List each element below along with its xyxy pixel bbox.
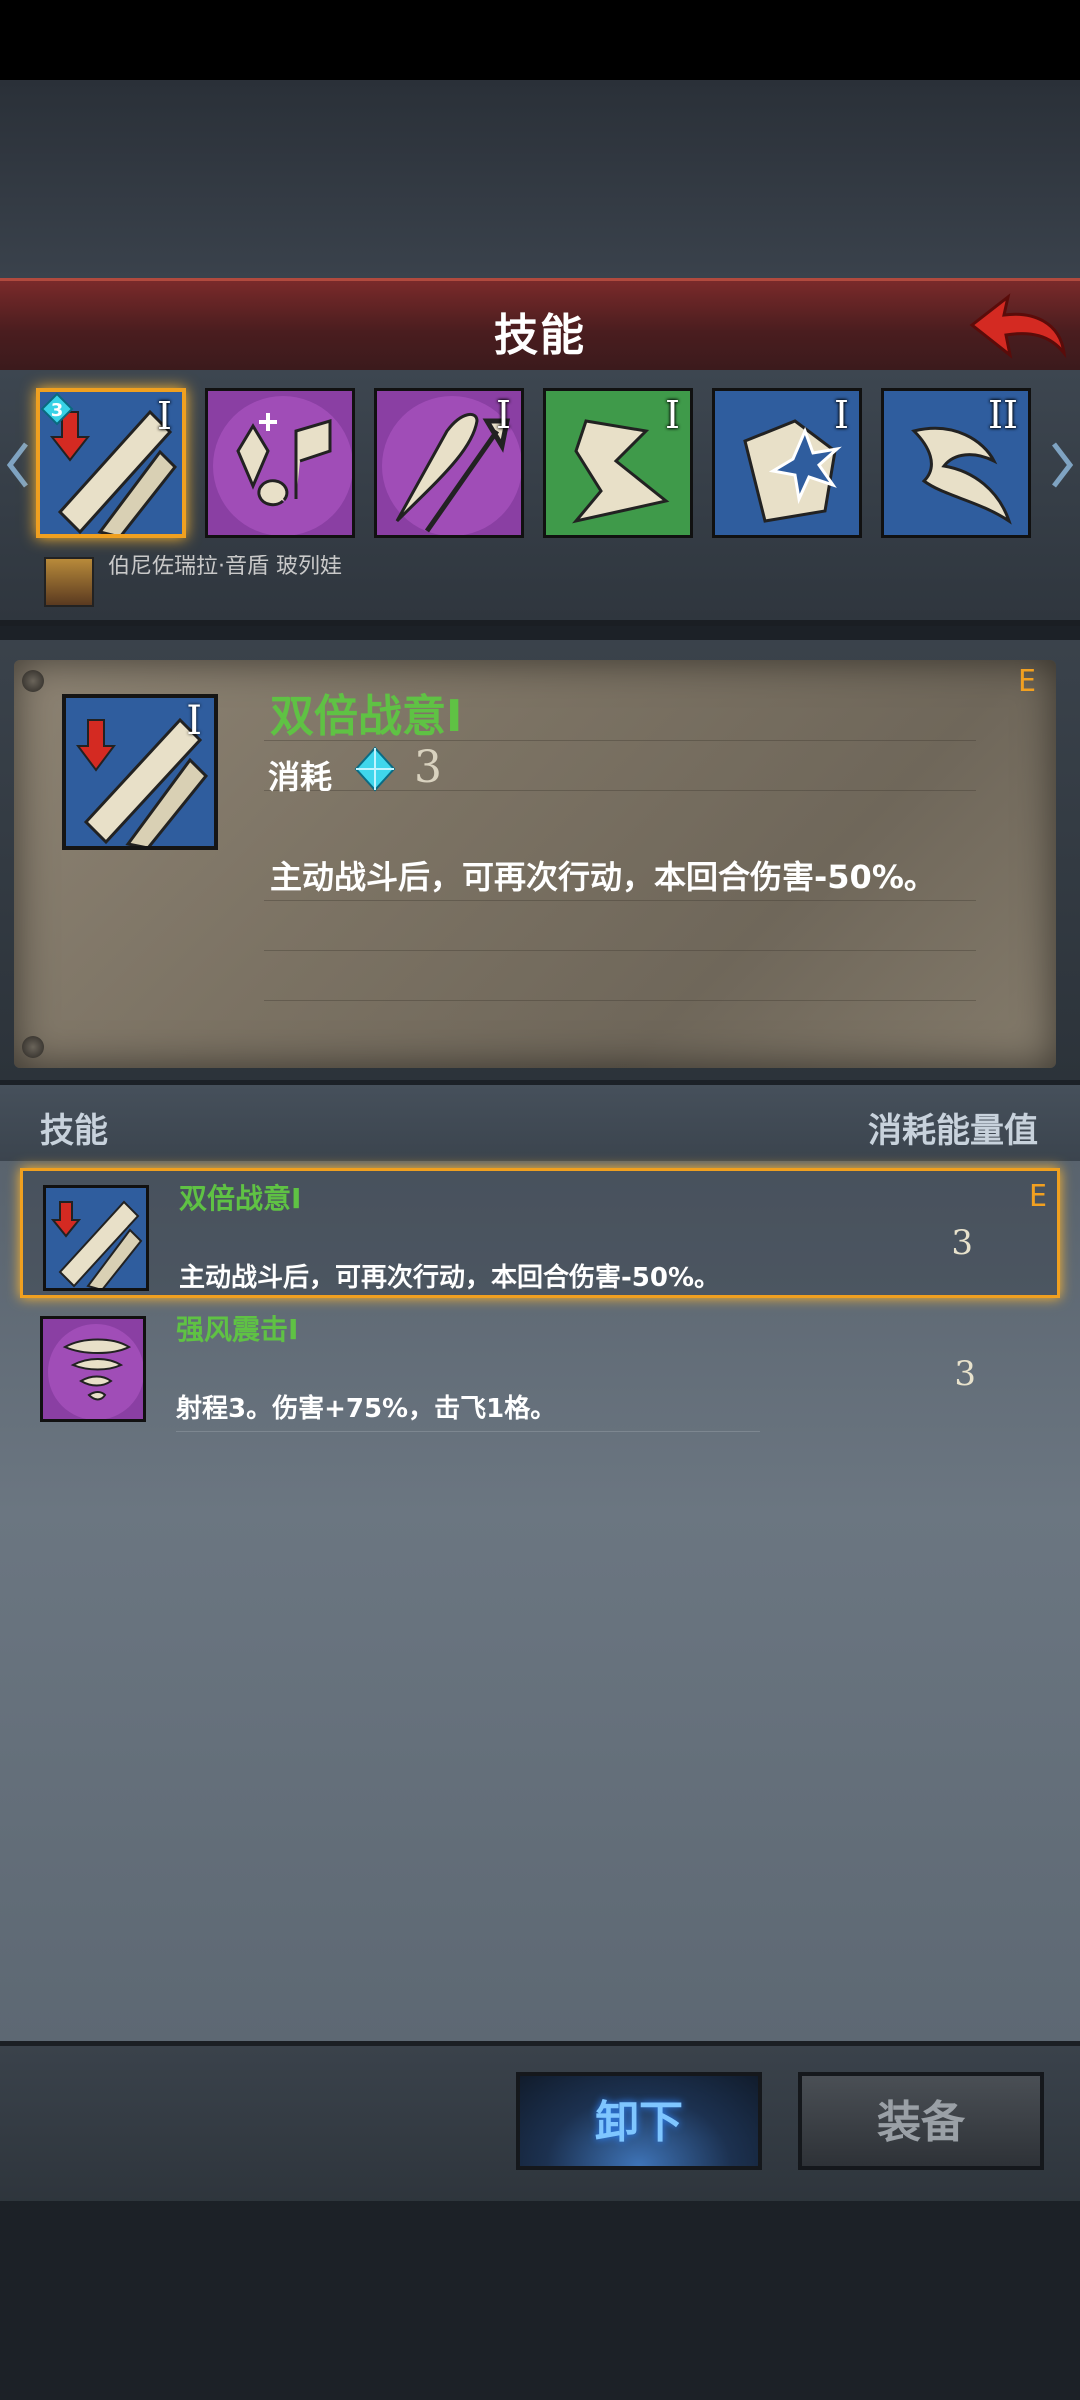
bottom-background bbox=[0, 2201, 1080, 2400]
hero-avatar[interactable] bbox=[44, 557, 94, 607]
nail-icon bbox=[22, 670, 44, 692]
skill-rank: I bbox=[833, 393, 849, 437]
skill-slot-3[interactable]: I bbox=[374, 388, 524, 538]
page-title: 技能 bbox=[494, 310, 586, 361]
strip-left-arrow-icon[interactable] bbox=[6, 440, 30, 490]
list-item-cost: 3 bbox=[951, 1223, 973, 1263]
divider bbox=[264, 900, 976, 901]
detail-cost-value: 3 bbox=[414, 742, 442, 793]
list-item-grade: E bbox=[1028, 1179, 1047, 1214]
music-note-crystal-icon bbox=[208, 391, 352, 535]
energy-gem-icon bbox=[354, 746, 396, 792]
divider bbox=[176, 1431, 760, 1432]
unequip-button[interactable]: 卸下 bbox=[516, 2072, 762, 2170]
double-battle-will-icon bbox=[43, 1185, 149, 1291]
skill-slot-4[interactable]: I bbox=[543, 388, 693, 538]
hero-name: 伯尼佐瑞拉·音盾 玻列娃 bbox=[108, 555, 342, 579]
strip-right-arrow-icon[interactable] bbox=[1050, 440, 1074, 490]
list-item-description: 主动战斗后，可再次行动，本回合伤害-50%。 bbox=[179, 1263, 721, 1293]
skill-rank: I bbox=[495, 393, 511, 437]
svg-text:3: 3 bbox=[51, 400, 64, 421]
detail-cost-label: 消耗 bbox=[268, 758, 333, 796]
title-bar: 技能 bbox=[0, 278, 1080, 377]
back-arrow-icon[interactable] bbox=[964, 289, 1068, 365]
energy-gem-icon: 3 bbox=[40, 392, 74, 426]
list-item-description: 射程3。伤害+75%，击飞1格。 bbox=[176, 1394, 557, 1424]
upper-background bbox=[0, 80, 1080, 280]
divider bbox=[264, 1000, 976, 1001]
skill-slot-5[interactable]: I bbox=[712, 388, 862, 538]
tornado-icon bbox=[40, 1316, 146, 1422]
skill-rank: II bbox=[987, 393, 1018, 437]
divider bbox=[264, 950, 976, 951]
detail-skill-name: 双倍战意I bbox=[270, 691, 463, 742]
nail-icon bbox=[22, 1036, 44, 1058]
list-item[interactable]: 强风震击I 射程3。伤害+75%，击飞1格。 3 bbox=[20, 1302, 1060, 1432]
equip-button[interactable]: 装备 bbox=[798, 2072, 1044, 2170]
list-header-cost: 消耗能量值 bbox=[868, 1111, 1038, 1151]
detail-skill-icon: I bbox=[62, 694, 218, 850]
status-bar bbox=[0, 0, 1080, 80]
skill-rank: I bbox=[156, 394, 172, 438]
list-item-name: 强风震击I bbox=[176, 1313, 299, 1346]
list-item-name: 双倍战意I bbox=[179, 1182, 302, 1215]
skill-slot-6[interactable]: II bbox=[881, 388, 1031, 538]
skill-rank: I bbox=[664, 393, 680, 437]
detail-description: 主动战斗后，可再次行动，本回合伤害-50%。 bbox=[270, 858, 936, 896]
list-header-skill: 技能 bbox=[40, 1111, 108, 1151]
skill-slot-2[interactable] bbox=[205, 388, 355, 538]
detail-grade: E bbox=[1018, 664, 1037, 699]
skill-slot-1[interactable]: I 3 bbox=[36, 388, 186, 538]
skill-rank: I bbox=[186, 698, 202, 744]
list-item-cost: 3 bbox=[954, 1354, 976, 1394]
list-header: 技能 消耗能量值 bbox=[0, 1085, 1080, 1163]
list-item[interactable]: 双倍战意I 主动战斗后，可再次行动，本回合伤害-50%。 3 E bbox=[20, 1168, 1060, 1298]
